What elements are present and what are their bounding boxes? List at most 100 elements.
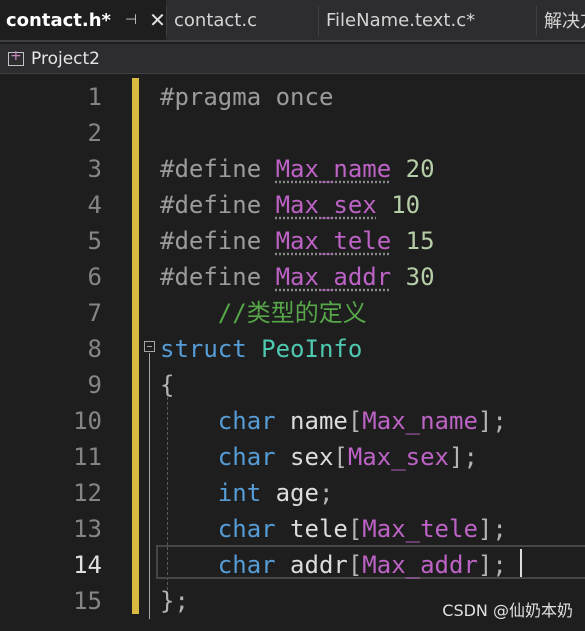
tab-label: contact.c — [174, 9, 257, 31]
project-name: Project2 — [31, 48, 100, 69]
collapse-struct-icon[interactable] — [144, 341, 155, 352]
code-token: [ — [347, 407, 363, 435]
code-token: //类型的定义 — [160, 299, 367, 327]
code-line[interactable]: char tele[Max_tele]; — [160, 511, 507, 547]
code-line[interactable]: char name[Max_name]; — [160, 403, 507, 439]
code-token: int — [217, 479, 262, 507]
code-line[interactable]: #define Max_name 20 — [160, 151, 435, 187]
line-number: 7 — [87, 299, 102, 327]
code-token: [ — [333, 443, 348, 471]
line-number: 1 — [87, 83, 102, 111]
code-token: Max_name — [362, 407, 478, 435]
code-token: #define — [160, 227, 276, 255]
line-number: 2 — [87, 119, 102, 147]
tab-filename-text-c[interactable]: FileName.text.c* — [320, 0, 534, 40]
code-line[interactable]: char addr[Max_addr]; — [160, 547, 507, 583]
line-number: 13 — [73, 515, 102, 543]
line-number: 15 — [73, 587, 102, 615]
change-tracking-bar — [132, 78, 139, 614]
tab-contact-h[interactable]: contact.h* ⊣ ✕ — [0, 0, 166, 40]
code-line[interactable]: #pragma once — [160, 79, 333, 115]
code-token: PeoInfo — [261, 335, 363, 363]
line-number: 6 — [87, 263, 102, 291]
fold-region-line — [149, 353, 150, 619]
code-token: char — [217, 443, 276, 471]
project-navigation-bar[interactable]: Project2 — [0, 44, 585, 74]
code-line[interactable]: char sex[Max_sex]; — [160, 439, 478, 475]
code-token: Max_name — [275, 155, 392, 183]
document-tab-bar: contact.h* ⊣ ✕ contact.c FileName.text.c… — [0, 0, 585, 42]
code-token: Max_addr — [362, 551, 478, 579]
code-token: char — [217, 551, 276, 579]
tab-label: 解决方 — [544, 11, 585, 32]
tab-divider — [318, 6, 319, 36]
code-line[interactable]: struct PeoInfo — [160, 331, 362, 367]
code-token: addr — [275, 551, 348, 579]
code-line[interactable]: //类型的定义 — [160, 295, 367, 331]
code-token: char — [217, 515, 276, 543]
code-line[interactable]: }; — [160, 583, 189, 619]
code-line[interactable]: #define Max_addr 30 — [160, 259, 435, 295]
code-token: Max_sex — [347, 443, 449, 471]
close-icon[interactable]: ✕ — [149, 8, 166, 32]
line-number: 4 — [87, 191, 102, 219]
code-token: }; — [160, 587, 189, 615]
code-token: tele — [275, 515, 348, 543]
code-token: Max_sex — [275, 191, 377, 219]
code-editor[interactable]: 1 2 3 4 5 6 7 8 9 10 11 12 13 14 15 #pragma once #defin… — [0, 75, 585, 631]
code-token: #define — [160, 155, 276, 183]
tab-contact-c[interactable]: contact.c — [168, 0, 316, 40]
code-token: Max_addr — [275, 263, 392, 291]
line-number: 3 — [87, 155, 102, 183]
code-token: #define — [160, 263, 276, 291]
code-token: ]; — [477, 551, 507, 579]
watermark: CSDN @仙奶本奶 — [442, 601, 573, 620]
code-line[interactable]: #define Max_sex 10 — [160, 187, 420, 223]
code-token: name — [275, 407, 348, 435]
code-token: ]; — [477, 515, 507, 543]
line-number: 14 — [73, 551, 102, 579]
code-token: 15 — [391, 227, 435, 255]
tab-solution-explorer[interactable]: 解决方 — [538, 0, 585, 40]
line-number: 8 — [87, 335, 102, 363]
line-number: 9 — [87, 371, 102, 399]
line-number: 12 — [73, 479, 102, 507]
code-token: ]; — [449, 443, 478, 471]
code-token: ]; — [477, 407, 507, 435]
code-token: char — [217, 407, 276, 435]
text-caret — [520, 549, 522, 577]
code-token: struct — [160, 335, 247, 363]
glyph-margin — [0, 75, 24, 631]
code-token: sex — [275, 443, 334, 471]
line-number: 10 — [73, 407, 102, 435]
code-token: [ — [347, 551, 363, 579]
code-token: Max_tele — [275, 227, 392, 255]
tab-divider — [536, 6, 537, 36]
pin-icon[interactable]: ⊣ — [125, 12, 137, 28]
project-icon — [8, 48, 24, 66]
code-line[interactable]: { — [160, 367, 174, 403]
code-token: #define — [160, 191, 276, 219]
code-token: Max_tele — [362, 515, 478, 543]
code-token: ; — [318, 479, 334, 507]
code-token: age — [261, 479, 319, 507]
tab-label: contact.h* — [6, 9, 111, 31]
code-token: 10 — [376, 191, 421, 219]
tab-divider — [166, 6, 167, 36]
code-token: [ — [347, 515, 363, 543]
code-token: #pragma once — [160, 83, 334, 111]
code-line[interactable]: #define Max_tele 15 — [160, 223, 435, 259]
line-number: 11 — [73, 443, 102, 471]
tab-label: FileName.text.c* — [326, 9, 476, 31]
code-token: 20 — [391, 155, 435, 183]
line-number: 5 — [87, 227, 102, 255]
code-token: 30 — [391, 263, 435, 291]
code-token: { — [160, 371, 175, 399]
code-line[interactable]: int age; — [160, 475, 334, 511]
